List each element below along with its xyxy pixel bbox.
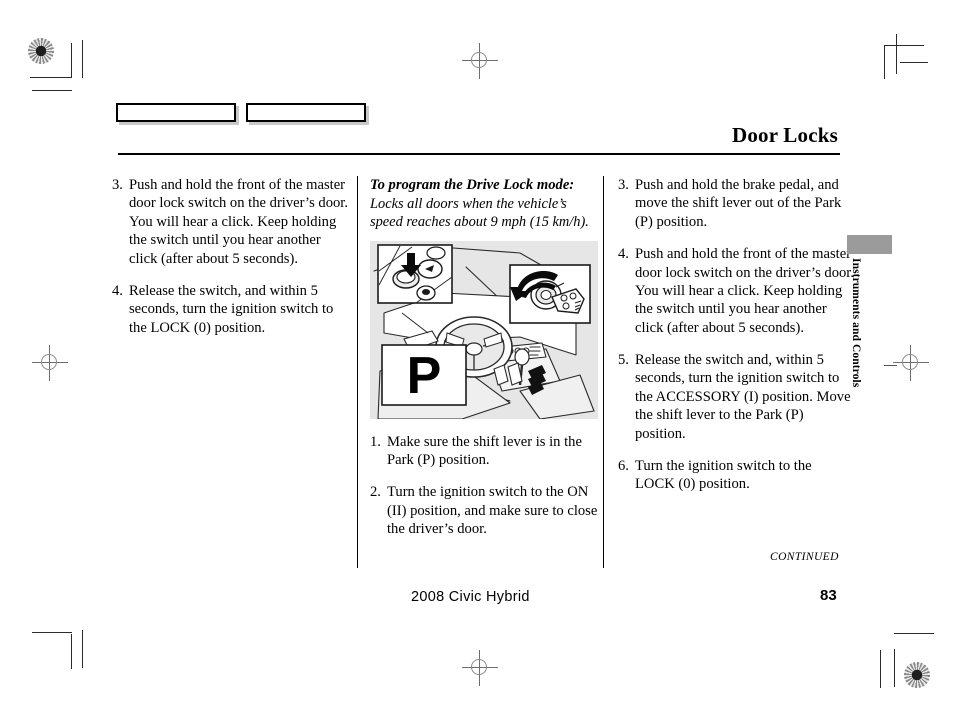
crop-mark: [71, 634, 72, 669]
registration-cross-right: [893, 345, 929, 381]
registration-target-top-left: [28, 38, 54, 64]
car-interior-illustration: P: [370, 240, 598, 419]
step-number: 3.: [112, 177, 123, 193]
step-number: 6.: [618, 457, 629, 474]
step-text: Release the switch and, within 5 seconds…: [635, 352, 851, 442]
drive-lock-description: Locks all doors when the vehicle’s speed…: [370, 196, 589, 231]
left-steps-list: 3. Push and hold the front of the master…: [112, 176, 350, 337]
crop-mark: [894, 633, 934, 634]
header-rule: [118, 153, 840, 155]
left-column: 3. Push and hold the front of the master…: [112, 176, 350, 351]
list-item: 5. Release the switch and, within 5 seco…: [618, 351, 854, 443]
step-number: 4.: [112, 282, 123, 299]
crop-mark: [896, 34, 897, 74]
continued-label: CONTINUED: [770, 551, 839, 563]
registration-target-bottom-right: [904, 662, 930, 688]
page-title: Door Locks: [731, 123, 838, 147]
footer-model-name: 2008 Civic Hybrid: [411, 589, 530, 605]
crop-mark: [82, 40, 83, 78]
right-steps-list: 3. Push and hold the brake pedal, and mo…: [618, 176, 854, 494]
step-number: 4.: [618, 246, 629, 263]
crop-mark: [880, 650, 881, 688]
step-text: Push and hold the brake pedal, and move …: [635, 177, 842, 230]
tag-box-left: [116, 103, 236, 122]
list-item: 2. Turn the ignition switch to the ON (I…: [370, 483, 598, 538]
step-text: Release the switch, and within 5 seconds…: [129, 282, 334, 336]
registration-cross-top: [462, 43, 498, 79]
step-text: Turn the ignition switch to the LOCK (0)…: [635, 457, 812, 493]
list-item: 6. Turn the ignition switch to the LOCK …: [618, 457, 854, 494]
step-number: 2.: [370, 484, 381, 501]
step-number: 1.: [370, 433, 381, 450]
registration-cross-left: [32, 345, 68, 381]
step-number: 5.: [618, 352, 629, 368]
crop-mark: [30, 77, 72, 78]
step-text: Push and hold the front of the master do…: [635, 246, 855, 336]
crop-mark: [32, 632, 72, 633]
step-text: Turn the ignition switch to the ON (II) …: [387, 484, 598, 538]
chapter-tab-label: Instruments and Controls: [850, 258, 862, 388]
drive-lock-subheading: To program the Drive Lock mode:: [370, 177, 575, 193]
step-number: 3.: [618, 177, 629, 193]
tag-box-right: [246, 103, 366, 122]
side-rule-mark: [884, 365, 897, 366]
list-item: 4. Release the switch, and within 5 seco…: [112, 282, 350, 337]
crop-mark: [894, 649, 895, 687]
page-number: 83: [820, 587, 837, 604]
crop-mark: [32, 90, 72, 91]
registration-cross-bottom: [462, 650, 498, 686]
step-text: Push and hold the front of the master do…: [129, 177, 349, 267]
right-column: 3. Push and hold the brake pedal, and mo…: [604, 176, 854, 508]
list-item: 4. Push and hold the front of the master…: [618, 245, 854, 337]
crop-mark: [884, 45, 885, 79]
chapter-thumb-tab: [847, 235, 892, 254]
middle-steps-list: 1. Make sure the shift lever is in the P…: [370, 433, 598, 539]
crop-mark: [82, 630, 83, 668]
svg-text:P: P: [407, 347, 442, 405]
list-item: 1. Make sure the shift lever is in the P…: [370, 433, 598, 470]
middle-column: To program the Drive Lock mode: Locks al…: [358, 176, 598, 552]
step-text: Make sure the shift lever is in the Park…: [387, 433, 582, 468]
content-columns: 3. Push and hold the front of the master…: [112, 176, 860, 568]
list-item: 3. Push and hold the front of the master…: [112, 176, 350, 268]
manual-page: Door Locks 3. Push and hold the front of…: [0, 0, 954, 710]
crop-mark: [900, 62, 928, 63]
list-item: 3. Push and hold the brake pedal, and mo…: [618, 176, 854, 231]
crop-mark: [71, 43, 72, 78]
crop-mark: [884, 45, 924, 46]
